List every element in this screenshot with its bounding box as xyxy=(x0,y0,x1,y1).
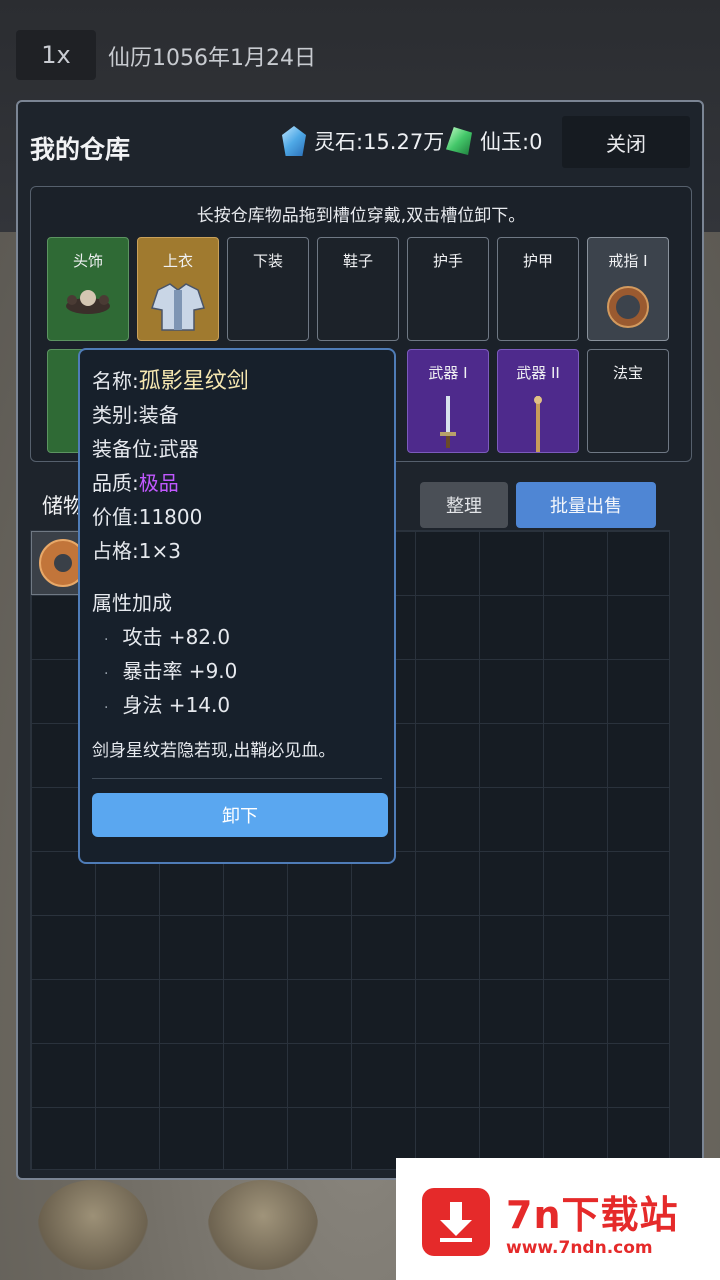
spirit-stone-display: 灵石:15.27万 xyxy=(282,126,444,156)
item-name: 孤影星纹剑 xyxy=(138,369,249,394)
divider xyxy=(92,778,382,779)
stat-text: 暴击率 +9.0 xyxy=(122,659,238,683)
headwear-icon xyxy=(66,290,110,314)
slot-weapon-2[interactable]: 武器 II xyxy=(497,349,579,453)
unequip-button[interactable]: 卸下 xyxy=(92,793,388,837)
slot-armor[interactable]: 护甲 xyxy=(497,237,579,341)
slot-label: 护甲 xyxy=(522,252,553,270)
slot-label: 上衣 xyxy=(162,252,193,270)
ring-icon xyxy=(607,286,649,328)
slot-treasure[interactable]: 法宝 xyxy=(587,349,669,453)
slot-label: 鞋子 xyxy=(342,252,373,270)
slot-weapon-1[interactable]: 武器 I xyxy=(407,349,489,453)
staff-icon xyxy=(534,396,542,452)
attr-title: 属性加成 xyxy=(92,591,172,615)
name-label: 名称: xyxy=(92,369,139,393)
slot-label: 头饰 xyxy=(72,252,103,270)
cauldron-icon xyxy=(208,1180,318,1270)
item-description: 剑身星纹若隐若现,出鞘必见血。 xyxy=(92,741,336,761)
equip-hint: 长按仓库物品拖到槽位穿戴,双击槽位卸下。 xyxy=(196,206,526,226)
sword-icon xyxy=(440,396,456,448)
jade-display: 仙玉:0 xyxy=(446,126,542,156)
item-slot: 装备位:武器 xyxy=(92,437,199,461)
spirit-stone-icon xyxy=(282,126,306,156)
game-date: 仙历1056年1月24日 xyxy=(108,46,316,71)
bullet-icon: · xyxy=(104,632,109,648)
bulk-sell-button[interactable]: 批量出售 xyxy=(516,482,656,528)
item-name-row: 名称:孤影星纹剑 xyxy=(92,364,382,398)
speed-button[interactable]: 1x xyxy=(16,30,96,80)
sort-button[interactable]: 整理 xyxy=(420,482,508,528)
slot-label: 护手 xyxy=(432,252,463,270)
watermark-url: www.7ndn.com xyxy=(506,1238,653,1258)
bullet-icon: · xyxy=(104,700,109,716)
panel-title: 我的仓库 xyxy=(30,135,131,164)
slot-ring-1[interactable]: 戒指 I xyxy=(587,237,669,341)
item-size: 占格:1×3 xyxy=(92,539,181,563)
stat-row: · 身法 +14.0 xyxy=(92,688,382,722)
download-icon xyxy=(422,1188,490,1256)
slot-top[interactable]: 上衣 xyxy=(137,237,219,341)
close-button[interactable]: 关闭 xyxy=(562,116,690,168)
quality-label: 品质: xyxy=(92,471,139,495)
slot-gloves[interactable]: 护手 xyxy=(407,237,489,341)
bullet-icon: · xyxy=(104,666,109,682)
robe-icon xyxy=(151,283,205,331)
item-tooltip: 名称:孤影星纹剑 类别:装备 装备位:武器 品质:极品 价值:11800 占格:… xyxy=(78,348,396,864)
watermark-title: 7n下载站 xyxy=(506,1193,679,1237)
item-category: 类别:装备 xyxy=(92,403,179,427)
item-quality-row: 品质:极品 xyxy=(92,466,382,500)
slot-headwear[interactable]: 头饰 xyxy=(47,237,129,341)
item-quality: 极品 xyxy=(138,471,179,495)
item-value: 价值:11800 xyxy=(92,505,203,529)
slot-label: 武器 II xyxy=(516,364,560,382)
stat-text: 身法 +14.0 xyxy=(122,693,231,717)
watermark: 7n下载站 www.7ndn.com xyxy=(396,1158,720,1280)
stat-row: · 暴击率 +9.0 xyxy=(92,654,382,688)
stat-text: 攻击 +82.0 xyxy=(122,625,231,649)
stat-row: · 攻击 +82.0 xyxy=(92,620,382,654)
spirit-stone-amount: 灵石:15.27万 xyxy=(314,130,445,154)
scroll-icon xyxy=(38,1180,148,1270)
slot-label: 下装 xyxy=(252,252,283,270)
slot-label: 法宝 xyxy=(612,364,643,382)
jade-amount: 仙玉:0 xyxy=(480,130,543,154)
slot-bottoms[interactable]: 下装 xyxy=(227,237,309,341)
jade-icon xyxy=(446,127,472,155)
slot-label: 武器 I xyxy=(428,364,468,382)
slot-shoes[interactable]: 鞋子 xyxy=(317,237,399,341)
slot-label: 戒指 I xyxy=(608,252,648,270)
